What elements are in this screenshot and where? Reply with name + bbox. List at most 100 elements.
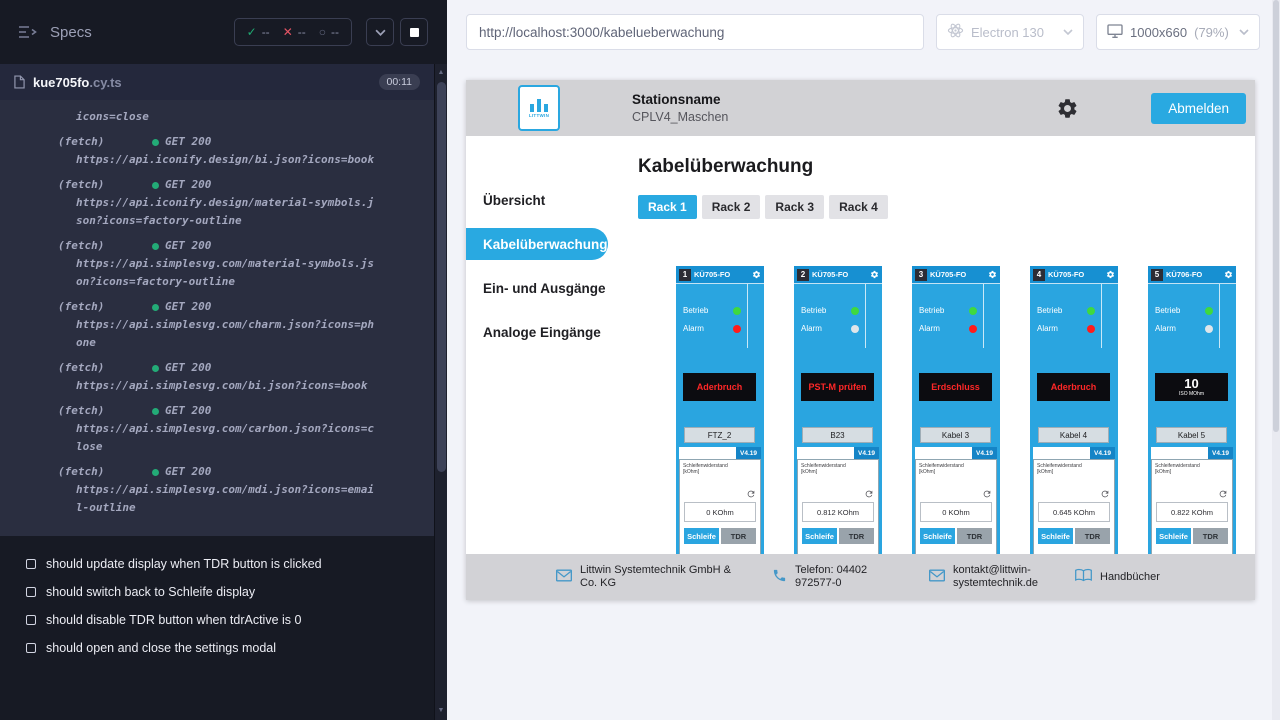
schleife-button[interactable]: Schleife [802, 528, 837, 544]
footer-manuals[interactable]: Handbücher [1075, 568, 1160, 586]
device-settings-icon[interactable] [1224, 270, 1233, 279]
tab-rack-4[interactable]: Rack 4 [829, 195, 888, 219]
spec-file-ext: .cy.ts [89, 75, 121, 90]
betrieb-led [1087, 307, 1095, 315]
sidebar-item-ein-und-ausgaenge[interactable]: Ein- und Ausgänge [466, 272, 618, 304]
browser-selector[interactable]: Electron 130 [936, 14, 1084, 50]
cable-name: Kabel 3 [920, 427, 991, 443]
tab-rack-1[interactable]: Rack 1 [638, 195, 697, 219]
sidebar-item-analoge-eingaenge[interactable]: Analoge Eingänge [466, 316, 618, 348]
stop-button[interactable] [400, 18, 428, 46]
tdr-button[interactable]: TDR [1193, 528, 1228, 544]
log-entry[interactable]: (fetch)GET 200 https://api.simplesvg.com… [0, 237, 434, 291]
specs-menu-icon[interactable] [18, 25, 38, 39]
device-model-label: KÜ705-FO [812, 270, 870, 279]
page-scrollbar[interactable] [1272, 0, 1280, 720]
viewport-selector[interactable]: 1000x660 (79%) [1096, 14, 1260, 50]
divider [1219, 284, 1220, 348]
station-label: Stationsname [632, 92, 728, 107]
measurement-label: Schleifenwiderstand [kOhm] [1152, 460, 1212, 475]
reporter-scrollbar[interactable]: ▲ ▼ [434, 64, 447, 720]
scrollbar-thumb[interactable] [437, 82, 446, 472]
test-item[interactable]: should switch back to Schleife display [0, 578, 434, 606]
betrieb-led [733, 307, 741, 315]
divider [983, 284, 984, 348]
log-entry[interactable]: (fetch)GET 200 https://api.simplesvg.com… [0, 359, 434, 395]
measurement-label: Schleifenwiderstand [kOhm] [916, 460, 976, 475]
sidebar-item-uebersicht[interactable]: Übersicht [466, 184, 618, 216]
mail-icon [929, 569, 945, 586]
phone-icon [772, 568, 787, 587]
measurement-panel: Schleifenwiderstand [kOhm] 0 KOhm Schlei… [915, 459, 997, 554]
status-ok-dot [152, 304, 159, 311]
sidebar-item-kabelueberwachung[interactable]: Kabelüberwachung [466, 228, 608, 260]
footer-phone: Telefon: 04402 972577-0 [772, 564, 907, 590]
book-icon [1075, 568, 1092, 586]
schleife-button[interactable]: Schleife [1038, 528, 1073, 544]
tdr-button[interactable]: TDR [1075, 528, 1110, 544]
refresh-icon[interactable] [746, 489, 756, 499]
test-item[interactable]: should disable TDR button when tdrActive… [0, 606, 434, 634]
browser-toolbar: Electron 130 1000x660 (79%) [447, 0, 1280, 64]
alarm-led [733, 325, 741, 333]
schleife-button[interactable]: Schleife [1156, 528, 1191, 544]
log-entry[interactable]: (fetch)GET 200 https://api.iconify.desig… [0, 133, 434, 169]
divider [1101, 284, 1102, 348]
alarm-led [851, 325, 859, 333]
app-sidebar: Übersicht Kabelüberwachung Ein- und Ausg… [466, 136, 618, 554]
device-settings-icon[interactable] [870, 270, 879, 279]
device-card-1: 1 KÜ705-FO Betrieb Alarm Aderbruch [676, 266, 764, 554]
test-box-icon [26, 559, 36, 569]
footer-email[interactable]: kontakt@littwin-systemtechnik.de [929, 564, 1053, 590]
device-number-badge: 4 [1033, 269, 1045, 281]
electron-icon [947, 22, 964, 42]
scrollbar-thumb[interactable] [1273, 0, 1279, 432]
specs-label[interactable]: Specs [50, 24, 92, 41]
device-number-badge: 2 [797, 269, 809, 281]
refresh-icon[interactable] [864, 489, 874, 499]
status-ok-dot [152, 469, 159, 476]
device-settings-icon[interactable] [988, 270, 997, 279]
device-model-label: KÜ705-FO [930, 270, 988, 279]
log-entry[interactable]: (fetch)GET 200 https://api.iconify.desig… [0, 176, 434, 230]
schleife-button[interactable]: Schleife [684, 528, 719, 544]
tdr-button[interactable]: TDR [839, 528, 874, 544]
schleife-button[interactable]: Schleife [920, 528, 955, 544]
spec-file-icon [14, 75, 25, 89]
app-footer: Littwin Systemtechnik GmbH & Co. KG Tele… [466, 554, 1255, 600]
settings-gear-icon[interactable] [1056, 97, 1079, 120]
alarm-led [969, 325, 977, 333]
measurement-value: 0.645 KOhm [1038, 502, 1110, 522]
tdr-button[interactable]: TDR [957, 528, 992, 544]
betrieb-label: Betrieb [919, 306, 944, 315]
refresh-icon[interactable] [1100, 489, 1110, 499]
test-item[interactable]: should open and close the settings modal [0, 634, 434, 662]
alarm-led [1205, 325, 1213, 333]
status-ok-dot [152, 182, 159, 189]
tab-rack-3[interactable]: Rack 3 [765, 195, 824, 219]
log-entry[interactable]: (fetch)GET 200 https://api.simplesvg.com… [0, 402, 434, 456]
log-entry[interactable]: (fetch)GET 200 https://api.simplesvg.com… [0, 463, 434, 517]
device-card-4: 4 KÜ705-FO Betrieb Alarm Aderbruch [1030, 266, 1118, 554]
alarm-label: Alarm [801, 324, 822, 333]
measurement-label: Schleifenwiderstand [kOhm] [1034, 460, 1094, 475]
betrieb-label: Betrieb [683, 306, 708, 315]
log-entry[interactable]: icons=close [0, 108, 434, 126]
test-item[interactable]: should update display when TDR button is… [0, 550, 434, 578]
address-bar[interactable] [466, 14, 924, 50]
refresh-icon[interactable] [982, 489, 992, 499]
refresh-icon[interactable] [1218, 489, 1228, 499]
spec-file-header[interactable]: kue705fo.cy.ts 00:11 [0, 64, 434, 100]
log-entry[interactable]: (fetch)GET 200 https://api.simplesvg.com… [0, 298, 434, 352]
scroll-up-arrow[interactable]: ▲ [435, 68, 447, 78]
scroll-down-arrow[interactable]: ▼ [435, 706, 447, 716]
device-settings-icon[interactable] [752, 270, 761, 279]
tdr-button[interactable]: TDR [721, 528, 756, 544]
tab-rack-2[interactable]: Rack 2 [702, 195, 761, 219]
collapse-all-button[interactable] [366, 18, 394, 46]
logout-button[interactable]: Abmelden [1151, 93, 1246, 124]
cypress-runner-window: Specs ✓-- ✕-- ○-- kue705fo.cy.ts [0, 0, 1280, 720]
status-display: Erdschluss [919, 373, 992, 401]
measurement-panel: Schleifenwiderstand [kOhm] 0 KOhm Schlei… [679, 459, 761, 554]
device-settings-icon[interactable] [1106, 270, 1115, 279]
